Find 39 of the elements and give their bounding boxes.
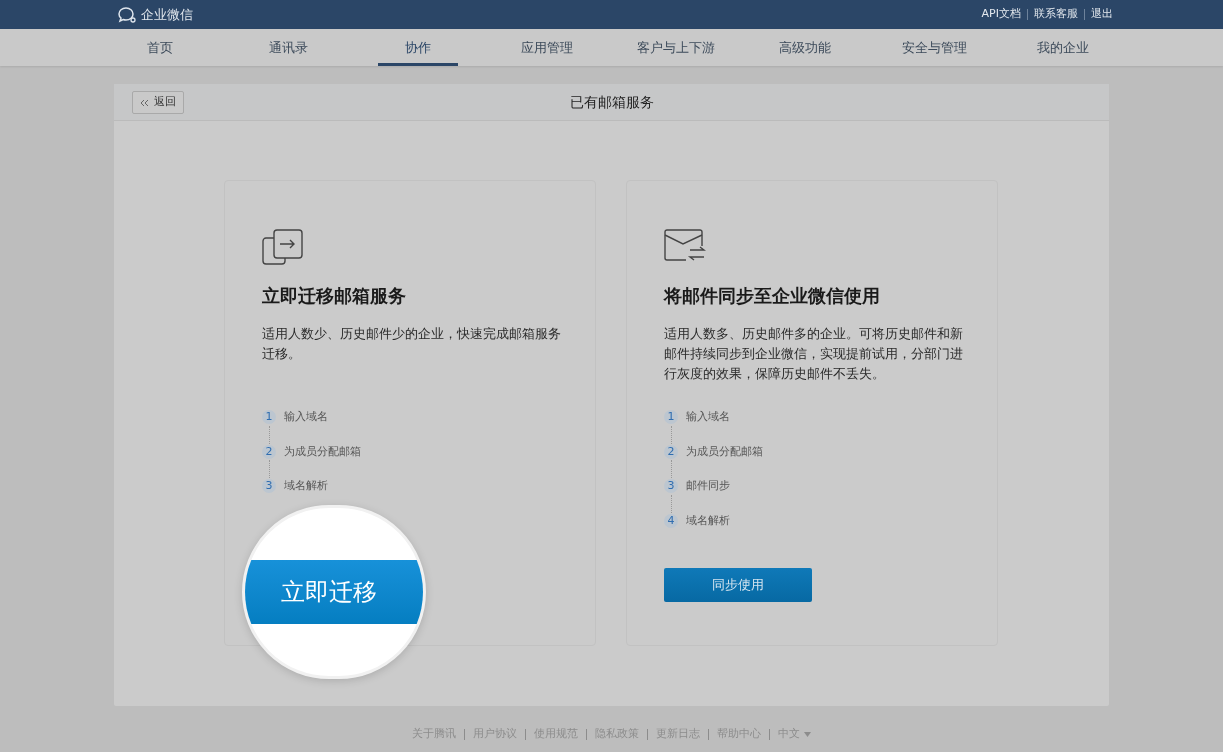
- nav-tab[interactable]: 高级功能: [765, 29, 846, 66]
- step-label: 邮件同步: [686, 478, 730, 494]
- top-link[interactable]: 联系客服: [1034, 6, 1078, 23]
- step-number: 3: [262, 479, 276, 494]
- mail-sync-icon: [664, 229, 706, 263]
- card-title: 立即迁移邮箱服务: [262, 284, 407, 308]
- step-number: 2: [664, 444, 678, 459]
- logo-text: 企业微信: [141, 5, 193, 24]
- sync-button[interactable]: 同步使用: [664, 568, 812, 602]
- top-link[interactable]: 退出: [1091, 6, 1113, 23]
- step-number: 3: [664, 479, 678, 494]
- nav-tab[interactable]: 应用管理: [506, 29, 587, 66]
- nav-tab[interactable]: 首页: [119, 29, 200, 66]
- step-label: 为成员分配邮箱: [284, 443, 361, 460]
- step-label: 为成员分配邮箱: [686, 443, 763, 460]
- transfer-icon: [262, 229, 304, 265]
- step-label: 域名解析: [284, 478, 328, 494]
- card-title: 将邮件同步至企业微信使用: [664, 284, 881, 308]
- nav-tab[interactable]: 通讯录: [248, 29, 329, 66]
- step-label: 输入域名: [284, 409, 328, 425]
- dropdown-caret-icon: [804, 731, 811, 737]
- step-number: 1: [262, 410, 276, 425]
- step-number: 1: [664, 410, 678, 425]
- back-button[interactable]: 返回: [132, 91, 184, 114]
- step-number: 2: [262, 444, 276, 459]
- card-description: 适用人数多、历史邮件多的企业。可将历史邮件和新邮件持续同步到企业微信，实现提前试用，分部门进行灰度的效果，保障历史邮件不丢失。: [664, 325, 964, 383]
- nav-tab[interactable]: 协作: [377, 29, 458, 66]
- card-description: 适用人数少、历史邮件少的企业，快速完成邮箱服务迁移。: [262, 325, 562, 363]
- step-label: 输入域名: [686, 409, 730, 425]
- nav-tab[interactable]: 安全与管理: [894, 29, 975, 66]
- chat-bubble-icon: [117, 5, 137, 24]
- panel-title: 已有邮箱服务: [569, 92, 654, 112]
- nav-tab[interactable]: 我的企业: [1023, 29, 1104, 66]
- migrate-button[interactable]: 立即迁移: [245, 560, 423, 624]
- step-number: 4: [664, 513, 678, 528]
- nav-tab[interactable]: 客户与上下游: [636, 29, 717, 66]
- step-label: 域名解析: [686, 512, 730, 529]
- double-chevron-icon: [140, 98, 149, 107]
- top-link[interactable]: API文档: [981, 6, 1021, 23]
